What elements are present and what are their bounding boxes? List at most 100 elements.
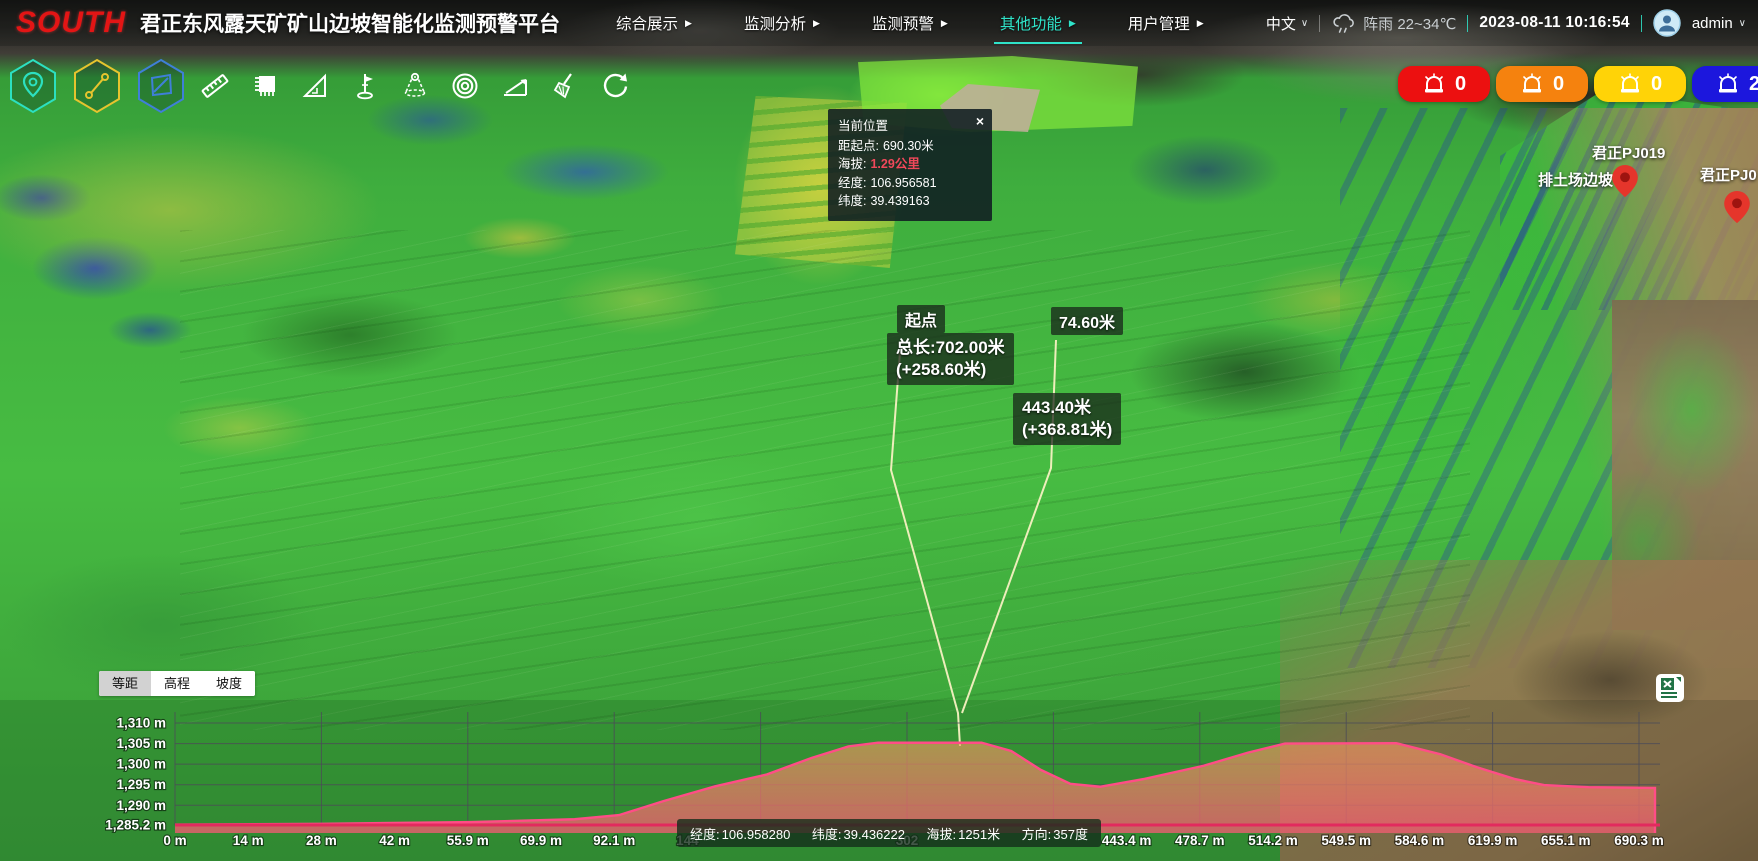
user-menu[interactable]: admin∨	[1692, 15, 1746, 32]
excel-icon	[1655, 673, 1685, 703]
surface-area-button[interactable]	[250, 69, 284, 103]
measure-segment2-label: 443.40米 (+368.81米)	[1013, 393, 1121, 445]
nav-other-functions[interactable]: 其他功能▶	[1000, 0, 1076, 46]
status-altitude: 海拔:1251米	[927, 824, 1001, 843]
measure-segment1-label: 74.60米	[1051, 307, 1123, 335]
marker-label-pj019[interactable]: 君正PJ019	[1592, 142, 1665, 163]
view-cone-icon	[400, 71, 430, 101]
refresh-icon	[600, 71, 630, 101]
refresh-button[interactable]	[600, 69, 634, 103]
terrain-rubble	[1612, 300, 1758, 630]
chevron-down-icon: ∨	[1301, 18, 1308, 29]
alarm-yellow[interactable]: 0	[1594, 66, 1686, 102]
alarm-counters: 0 0 0	[1398, 66, 1758, 102]
popup-row-altitude: 海拔:1.29公里	[838, 155, 982, 174]
alarm-count: 2	[1749, 73, 1758, 96]
status-heading: 方向:357度	[1022, 824, 1088, 843]
siren-icon	[1422, 73, 1446, 95]
chevron-right-icon: ▶	[813, 18, 820, 29]
terrain-dirt-corner	[1280, 560, 1758, 861]
map-pin-icon[interactable]	[1724, 191, 1750, 223]
rain-cloud-icon	[1331, 13, 1357, 33]
alarm-count: 0	[1553, 73, 1564, 96]
tab-slope[interactable]: 坡度	[203, 671, 255, 696]
divider	[1319, 15, 1320, 32]
main-nav: 综合展示▶ 监测分析▶ 监测预警▶ 其他功能▶ 用户管理▶	[616, 0, 1204, 46]
measure-total-length: 总长:702.00米	[896, 337, 1005, 359]
terrain-right-slope-green	[1500, 90, 1758, 310]
measure-line-icon	[72, 58, 122, 114]
nav-monitor-warning[interactable]: 监测预警▶	[872, 0, 948, 46]
terrain-bench-lines	[180, 230, 1470, 730]
weather-text: 阵雨 22~34℃	[1363, 13, 1456, 34]
alarm-count: 0	[1651, 73, 1662, 96]
alarm-orange[interactable]: 0	[1496, 66, 1588, 102]
ruler-icon	[200, 71, 230, 101]
nav-monitor-analysis[interactable]: 监测分析▶	[744, 0, 820, 46]
popup-title: 当前位置	[838, 117, 982, 136]
brand-logo: SOUTH	[16, 6, 126, 40]
siren-icon	[1520, 73, 1544, 95]
export-excel-button[interactable]	[1655, 673, 1685, 703]
concentric-rings-button[interactable]	[450, 69, 484, 103]
avatar[interactable]	[1653, 9, 1681, 37]
concentric-rings-icon	[450, 71, 480, 101]
polygon-draw-icon	[136, 58, 186, 114]
measure-start-label: 起点	[897, 305, 945, 333]
nav-user-management[interactable]: 用户管理▶	[1128, 0, 1204, 46]
cursor-status-bar: 经度:106.958280 纬度:39.436222 海拔:1251米 方向:3…	[677, 819, 1101, 847]
measure-segment2-delta: (+368.81米)	[1022, 419, 1112, 441]
measure-area-button[interactable]	[136, 58, 186, 114]
view-cone-button[interactable]	[400, 69, 434, 103]
chevron-right-icon: ▶	[1069, 18, 1076, 29]
popup-row-latitude: 纬度:39.439163	[838, 192, 982, 211]
ruler-button[interactable]	[200, 69, 234, 103]
tab-elevation[interactable]: 高程	[151, 671, 203, 696]
measure-total-delta: (+258.60米)	[896, 359, 1005, 381]
terrain-right-slope	[1340, 108, 1758, 668]
alarm-count: 0	[1455, 73, 1466, 96]
map-pin-icon[interactable]	[1612, 165, 1638, 197]
siren-icon	[1618, 73, 1642, 95]
measure-distance-button[interactable]	[72, 58, 122, 114]
locate-poi-button[interactable]	[8, 58, 58, 114]
current-position-popup: × 当前位置 距起点:690.30米 海拔:1.29公里 经度:106.9565…	[828, 109, 992, 221]
weather-widget: 阵雨 22~34℃	[1331, 13, 1456, 34]
top-header: SOUTH 君正东风露天矿矿山边坡智能化监测预警平台 综合展示▶ 监测分析▶ 监…	[0, 0, 1758, 46]
marker-label-dump-slope[interactable]: 排土场边坡	[1538, 169, 1613, 190]
close-icon[interactable]: ×	[976, 114, 984, 128]
alarm-red[interactable]: 0	[1398, 66, 1490, 102]
status-latitude: 纬度:39.436222	[812, 824, 905, 843]
popup-row-distance: 距起点:690.30米	[838, 137, 982, 156]
measure-total-label: 总长:702.00米 (+258.60米)	[887, 333, 1014, 385]
popup-row-longitude: 经度:106.956581	[838, 174, 982, 193]
chevron-right-icon: ▶	[1197, 18, 1204, 29]
marker-pole-icon	[350, 71, 380, 101]
datetime-display: 2023-08-11 10:16:54	[1479, 14, 1629, 32]
chevron-right-icon: ▶	[941, 18, 948, 29]
divider	[1641, 15, 1642, 32]
location-pin-icon	[8, 58, 58, 114]
nav-overview[interactable]: 综合展示▶	[616, 0, 692, 46]
clear-button[interactable]	[550, 69, 584, 103]
marker-label-pj0[interactable]: 君正PJ0	[1700, 164, 1757, 185]
chevron-right-icon: ▶	[685, 18, 692, 29]
tab-equidistant[interactable]: 等距	[99, 671, 151, 696]
alarm-blue[interactable]: 2	[1692, 66, 1758, 102]
marker-pole-button[interactable]	[350, 69, 384, 103]
slope-icon	[500, 71, 530, 101]
triangle-ruler-button[interactable]	[300, 69, 334, 103]
chevron-down-icon: ∨	[1739, 18, 1746, 29]
broom-icon	[550, 71, 580, 101]
header-right-cluster: 中文∨ 阵雨 22~34℃ 2023-08-11 10:16:54 admin∨	[1266, 9, 1746, 37]
surface-area-icon	[250, 71, 280, 101]
triangle-ruler-icon	[300, 71, 330, 101]
siren-icon	[1716, 73, 1740, 95]
page-title: 君正东风露天矿矿山边坡智能化监测预警平台	[140, 8, 560, 38]
divider	[1467, 15, 1468, 32]
slope-measure-button[interactable]	[500, 69, 534, 103]
status-longitude: 经度:106.958280	[690, 824, 790, 843]
measure-segment2-length: 443.40米	[1022, 397, 1112, 419]
language-selector[interactable]: 中文∨	[1266, 13, 1308, 34]
map-toolbar	[8, 58, 650, 114]
